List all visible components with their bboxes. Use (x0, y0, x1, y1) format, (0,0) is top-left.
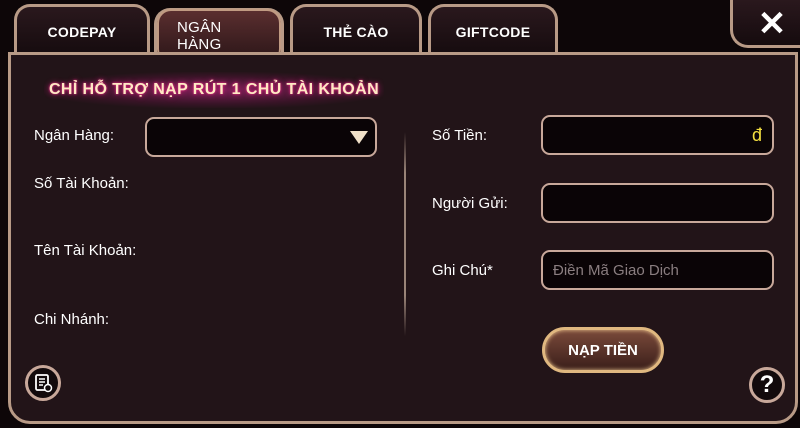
amount-label: Số Tiền: (432, 127, 488, 144)
notice-text: CHỈ HỖ TRỢ NẠP RÚT 1 CHỦ TÀI KHOẢN (48, 81, 380, 98)
branch-label: Chi Nhánh: (34, 311, 110, 328)
bank-select[interactable] (145, 117, 377, 157)
tab-card[interactable]: THẺ CÀO (290, 4, 422, 56)
deposit-button[interactable]: NẠP TIỀN (542, 327, 664, 373)
note-input[interactable] (543, 252, 772, 288)
deposit-button-label: NẠP TIỀN (568, 341, 638, 359)
close-button[interactable]: ✕ (750, 6, 794, 42)
account-name-label: Tên Tài Khoản: (34, 242, 137, 259)
account-number-label: Số Tài Khoản: (34, 175, 129, 192)
history-icon (35, 374, 53, 393)
sender-input[interactable] (541, 183, 774, 223)
history-button[interactable] (25, 365, 61, 401)
sender-label: Người Gửi: (432, 195, 508, 212)
bank-label: Ngân Hàng: (34, 127, 115, 144)
note-label: Ghi Chú* (432, 262, 493, 279)
amount-input[interactable]: đ (541, 115, 774, 155)
tab-giftcode-label: GIFTCODE (455, 23, 531, 40)
help-icon: ? (759, 371, 775, 398)
tab-card-label: THẺ CÀO (323, 23, 389, 40)
help-button[interactable]: ? (749, 367, 785, 403)
close-icon: ✕ (757, 5, 787, 43)
tab-giftcode[interactable]: GIFTCODE (428, 4, 558, 56)
column-divider (404, 132, 406, 336)
tab-codepay[interactable]: CODEPAY (14, 4, 150, 56)
currency-symbol: đ (751, 125, 762, 145)
dropdown-arrow-icon (350, 131, 368, 144)
notice-banner: CHỈ HỖ TRỢ NẠP RÚT 1 CHỦ TÀI KHOẢN (44, 72, 384, 108)
tab-codepay-label: CODEPAY (47, 23, 117, 40)
note-field (541, 250, 774, 290)
